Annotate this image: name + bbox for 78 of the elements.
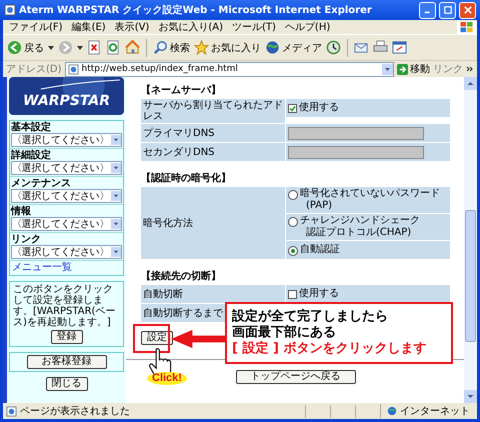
menu-item[interactable]: お気に入り(A)	[158, 20, 223, 34]
menu-label: 基本設定	[11, 122, 52, 133]
menu-label: 情報	[11, 206, 32, 217]
menu-select[interactable]: 〈選択してください〉	[11, 133, 122, 147]
register-button[interactable]: 登録	[50, 330, 82, 344]
section-heading: 【接続先の切断】	[141, 270, 222, 284]
back-to-top-button[interactable]: トップページへ戻る	[236, 370, 356, 384]
menu-list-link[interactable]: メニュー一覧	[10, 261, 123, 275]
maximize-button[interactable]	[439, 2, 456, 18]
register-note: このボタンをクリックして設定を登録します。[WARPSTAR(ベース)を再起動します。]	[13, 284, 116, 328]
setting-label: セカンダリDNS	[141, 143, 285, 161]
media-button[interactable]: メディア	[265, 40, 322, 55]
scroll-up-icon[interactable]	[464, 77, 477, 90]
chevron-icon[interactable]	[466, 66, 474, 72]
stop-button[interactable]	[87, 40, 102, 55]
menu-item[interactable]: ツール(T)	[232, 20, 276, 34]
highlight-frame	[133, 324, 170, 353]
callout-text: 画面最下部にある	[232, 325, 337, 340]
caret-icon[interactable]	[77, 46, 83, 50]
scrollbar[interactable]	[464, 77, 477, 403]
home-icon	[125, 40, 140, 55]
close-icon	[464, 6, 472, 14]
address-label: アドレス(D)	[6, 63, 62, 76]
arrow-icon	[397, 64, 408, 74]
click-label: Click!	[147, 372, 187, 385]
zone-indicator: インターネット	[380, 404, 477, 418]
customer-register-button[interactable]: お客様登録	[26, 355, 106, 369]
refresh-button[interactable]	[106, 40, 121, 55]
caret-icon[interactable]	[382, 64, 393, 74]
menu-item[interactable]: ファイル(F)	[9, 20, 63, 34]
close-button[interactable]	[459, 2, 476, 18]
edit-icon	[392, 40, 407, 55]
logo: WARPSTAR	[9, 77, 124, 115]
back-button[interactable]: 戻る	[7, 40, 44, 55]
minimize-button[interactable]	[419, 2, 436, 18]
menu-select[interactable]: 〈選択してください〉	[11, 245, 122, 259]
window-title: Aterm WARPSTAR クイック設定Web - Microsoft Internet Explorer	[19, 3, 373, 17]
menu-label: メンテナンス	[11, 178, 72, 189]
home-button[interactable]	[125, 40, 140, 55]
address-field[interactable]: http://web.setup/index_frame.html	[64, 62, 394, 76]
page-icon	[4, 4, 16, 16]
checkbox-icon[interactable]	[288, 104, 297, 113]
history-button[interactable]	[326, 40, 341, 55]
menu-item[interactable]: 表示(V)	[114, 20, 150, 34]
setting-label: プライマリDNS	[141, 124, 285, 142]
refresh-icon	[106, 40, 121, 55]
menu-label: リンク	[11, 234, 42, 245]
section-heading: 【認証時の暗号化】	[141, 172, 232, 186]
favorites-button[interactable]: お気に入り	[194, 40, 261, 55]
links-button[interactable]: リンク	[433, 62, 463, 76]
search-button[interactable]: 検索	[153, 40, 190, 55]
globe-icon	[265, 40, 280, 55]
callout-text: [ 設定 ] ボタンをクリックします	[232, 341, 428, 357]
menu-label: 詳細設定	[11, 150, 52, 161]
setting-label: 自動切断	[141, 285, 285, 303]
search-icon	[153, 40, 168, 55]
scroll-down-icon[interactable]	[464, 390, 477, 403]
section-heading: 【ネームサーバ】	[141, 84, 222, 98]
edit-button[interactable]	[392, 40, 407, 55]
menu-select[interactable]: 〈選択してください〉	[11, 217, 122, 231]
close-page-button[interactable]: 閉じる	[46, 377, 88, 391]
menu-item[interactable]: ヘルプ(H)	[284, 20, 330, 34]
checkbox-icon[interactable]	[288, 290, 297, 299]
go-button[interactable]: 移動	[397, 62, 430, 76]
status-text: ページが表示されました	[20, 404, 131, 418]
maximize-icon	[444, 6, 452, 14]
stop-icon	[87, 40, 102, 55]
menu-select[interactable]: 〈選択してください〉	[11, 161, 122, 175]
caret-icon[interactable]	[48, 46, 54, 50]
setting-label: 暗号化方法	[141, 187, 285, 259]
page-icon	[6, 406, 17, 416]
star-icon	[194, 40, 209, 55]
setting-label: サーバから割り当てられたアドレス	[141, 99, 285, 123]
clock-icon	[326, 40, 341, 55]
menu-item[interactable]: 編集(E)	[72, 20, 106, 34]
set-button[interactable]: 設定	[141, 331, 173, 345]
menu-select[interactable]: 〈選択してください〉	[11, 189, 122, 203]
page-icon	[68, 64, 79, 74]
